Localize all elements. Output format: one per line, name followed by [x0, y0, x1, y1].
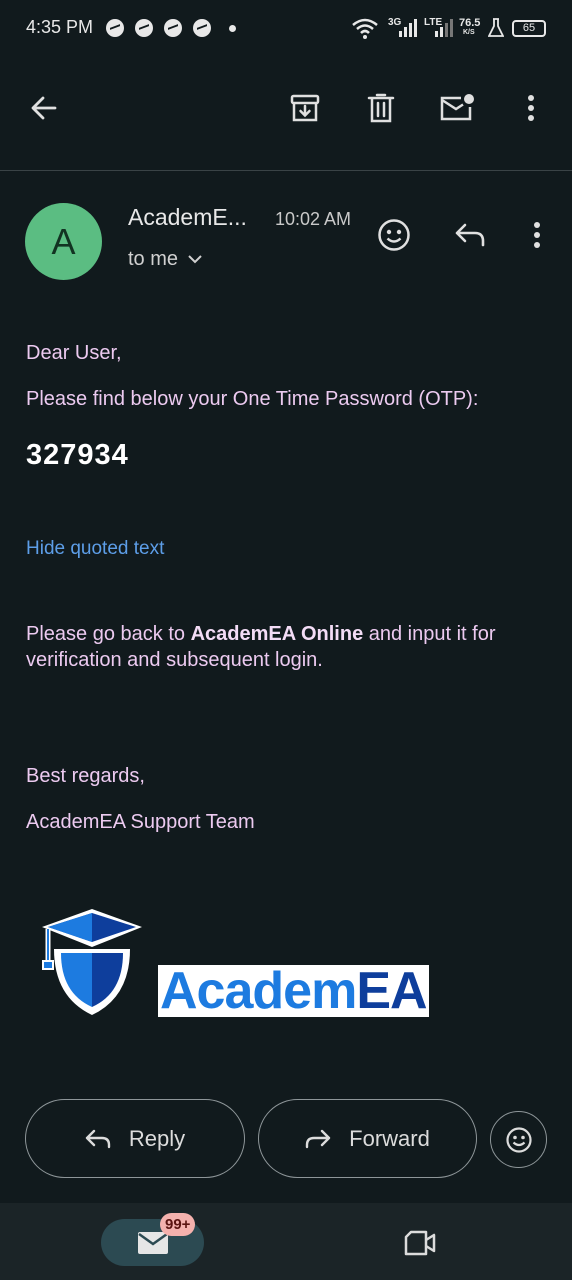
unread-count-badge: 99+ [160, 1213, 196, 1236]
status-time: 4:35 PM [26, 17, 94, 37]
divider [0, 170, 572, 171]
signal-icon [399, 19, 417, 37]
react-emoji-button[interactable] [490, 1111, 547, 1168]
recipient-label: to me [128, 248, 179, 270]
more-options-button[interactable] [507, 84, 555, 132]
reply-icon-button[interactable] [446, 211, 494, 259]
net-speed-unit: K/S [463, 29, 475, 36]
back-button[interactable] [20, 84, 68, 132]
bottom-navigation [0, 1203, 572, 1280]
logo-wordmark: AcademEA [158, 965, 429, 1017]
wifi-icon [352, 18, 378, 39]
messenger-icon [193, 19, 211, 37]
email-toolbar [0, 58, 572, 160]
sender-name[interactable]: AcademE... [128, 204, 247, 231]
recipient-details-toggle[interactable]: to me [128, 248, 202, 271]
reply-icon [85, 1129, 111, 1148]
sent-time: 10:02 AM [275, 209, 352, 229]
logo-text-academ: Academ [160, 965, 357, 1017]
signature: AcademEA Support Team [26, 811, 255, 833]
forward-button[interactable]: Forward [258, 1099, 477, 1178]
battery-level: 65 [522, 22, 536, 34]
delete-button[interactable] [357, 84, 405, 132]
otp-intro: Please find below your One Time Password… [26, 388, 479, 410]
mark-unread-button[interactable] [433, 84, 481, 132]
net-speed-value: 76.5 [459, 17, 481, 29]
add-reaction-button[interactable] [370, 211, 418, 259]
battery-icon: 65 [512, 20, 546, 37]
smiley-icon [505, 1126, 532, 1153]
archive-button[interactable] [281, 84, 329, 132]
forward-icon [305, 1129, 331, 1148]
messenger-icon [135, 19, 153, 37]
hide-quoted-text-link[interactable]: Hide quoted text [26, 538, 164, 560]
tab-meet[interactable] [396, 1219, 444, 1266]
reply-label: Reply [128, 1125, 186, 1151]
message-more-button[interactable] [513, 211, 561, 259]
logo-text-ea: EA [356, 965, 427, 1017]
archive-icon [290, 94, 320, 122]
chevron-down-icon [188, 255, 202, 264]
more-vert-icon [534, 222, 540, 248]
instruction-text: Please go back to AcademEA Online and in… [26, 621, 546, 673]
status-bar: 4:35 PM 3G LTE 76.5 K/S 65 [0, 0, 572, 58]
arrow-left-icon [31, 96, 57, 120]
trash-icon [367, 93, 395, 123]
otp-code: 327934 [26, 439, 129, 471]
messenger-icon [106, 19, 124, 37]
video-camera-icon [404, 1230, 436, 1255]
mail-unread-icon [440, 94, 474, 121]
messenger-icon [164, 19, 182, 37]
signal-icon [435, 19, 453, 37]
flask-icon [488, 18, 504, 37]
mail-icon [137, 1231, 168, 1254]
greeting: Dear User, [26, 342, 122, 364]
academea-logo: AcademEA [38, 905, 458, 1020]
regards: Best regards, [26, 765, 145, 787]
reply-button[interactable]: Reply [25, 1099, 245, 1178]
instruction-bold: AcademEA Online [190, 623, 364, 645]
more-notifications-dot-icon [229, 25, 236, 32]
reply-icon [455, 223, 485, 247]
graduation-cap-icon [42, 909, 142, 1015]
forward-label: Forward [349, 1125, 430, 1151]
sender-avatar[interactable]: A [25, 203, 102, 280]
instruction-prefix: Please go back to [26, 623, 191, 645]
smiley-icon [378, 219, 410, 251]
more-vert-icon [528, 95, 534, 121]
